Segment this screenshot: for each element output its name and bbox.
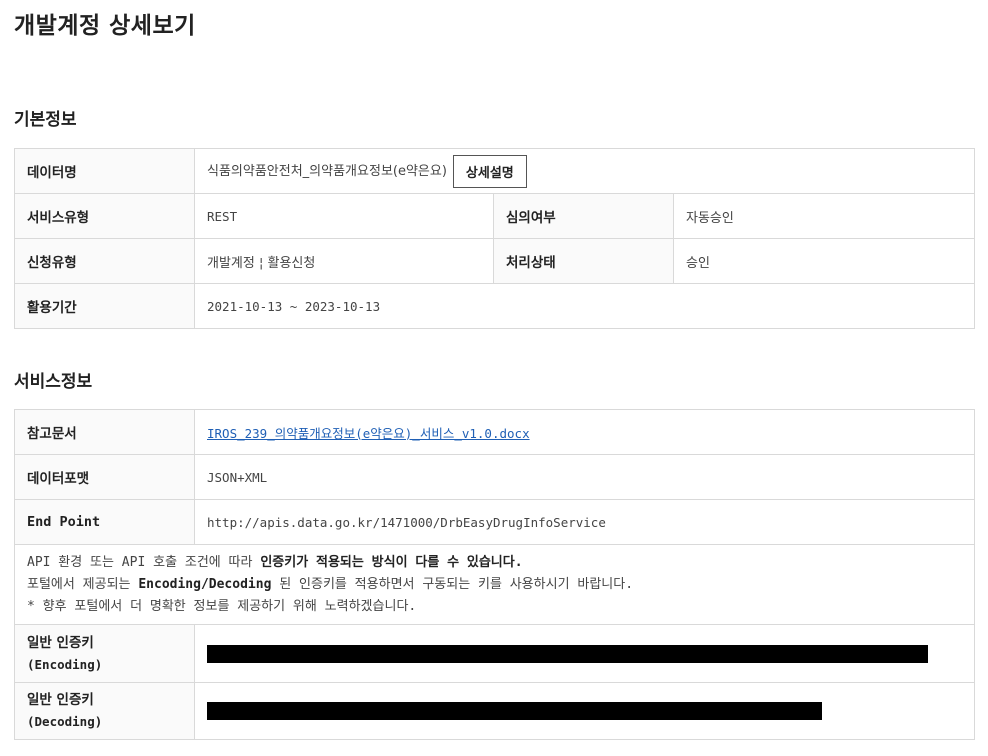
data-format-value: JSON+XML [194,454,975,500]
key-decoding-value-cell [194,682,975,740]
request-type-label: 신청유형 [14,238,195,284]
key-decoding-label: 일반 인증키 [27,692,94,708]
endpoint-label: End Point [14,499,195,545]
review-label: 심의여부 [493,193,674,239]
endpoint-value: http://apis.data.go.kr/1471000/DrbEasyDr… [194,499,975,545]
detail-description-button[interactable]: 상세설명 [452,154,527,188]
reference-doc-label: 참고문서 [14,409,195,455]
notice-line-1-text: API 환경 또는 API 호출 조건에 따라 [27,554,261,570]
service-info-table: 참고문서 IROS_239_의약품개요정보(e약은요)_서비스_v1.0.doc… [14,409,975,740]
basic-info-title: 기본정보 [14,110,77,130]
notice-line-3: * 향후 포털에서 더 명확한 정보를 제공하기 위해 노력하겠습니다. [27,598,417,614]
period-value: 2021-10-13 ~ 2023-10-13 [194,283,975,329]
review-value: 자동승인 [673,193,975,239]
notice-line-2-text-b: 된 인증키를 적용하면서 구동되는 키를 사용하시기 바랍니다. [271,576,634,592]
row-period: 활용기간 2021-10-13 ~ 2023-10-13 [14,283,975,329]
key-encoding-redacted[interactable] [207,644,928,663]
notice-line-1-emphasis: 인증키가 적용되는 방식이 다를 수 있습니다. [260,554,523,570]
service-type-value: REST [194,193,494,239]
row-data-name: 데이터명 식품의약품안전처_의약품개요정보(e약은요) 상세설명 [14,148,975,194]
process-status-value: 승인 [673,238,975,284]
key-decoding-redacted[interactable] [207,702,822,720]
key-encoding-label-cell: 일반 인증키 (Encoding) [14,624,195,683]
notice-line-2: 포털에서 제공되는 Encoding/Decoding 된 인증키를 적용하면서… [27,574,962,596]
key-encoding-label: 일반 인증키 [27,634,94,651]
row-service-type: 서비스유형 REST 심의여부 자동승인 [14,193,975,239]
row-request-type: 신청유형 개발계정 ¦ 활용신청 처리상태 승인 [14,238,975,284]
service-info-title: 서비스정보 [14,372,93,392]
data-name-label: 데이터명 [14,148,195,194]
page-title: 개발계정 상세보기 [14,13,196,39]
service-type-label: 서비스유형 [14,193,195,239]
row-endpoint: End Point http://apis.data.go.kr/1471000… [14,499,975,545]
key-encoding-value-cell [194,624,975,683]
data-name-value: 식품의약품안전처_의약품개요정보(e약은요) [207,163,447,179]
row-key-decoding: 일반 인증키 (Decoding) [14,682,975,740]
data-name-cell: 식품의약품안전처_의약품개요정보(e약은요) 상세설명 [194,148,975,194]
row-data-format: 데이터포맷 JSON+XML [14,454,975,500]
row-notice: API 환경 또는 API 호출 조건에 따라 인증키가 적용되는 방식이 다를… [14,544,975,625]
reference-doc-cell: IROS_239_의약품개요정보(e약은요)_서비스_v1.0.docx [194,409,975,455]
reference-doc-link[interactable]: IROS_239_의약품개요정보(e약은요)_서비스_v1.0.docx [207,426,530,441]
auth-key-notice: API 환경 또는 API 호출 조건에 따라 인증키가 적용되는 방식이 다를… [14,544,975,625]
notice-line-1: API 환경 또는 API 호출 조건에 따라 인증키가 적용되는 방식이 다를… [27,552,962,574]
basic-info-table: 데이터명 식품의약품안전처_의약품개요정보(e약은요) 상세설명 서비스유형 RE… [14,148,975,329]
row-key-encoding: 일반 인증키 (Encoding) [14,624,975,683]
row-reference-doc: 참고문서 IROS_239_의약품개요정보(e약은요)_서비스_v1.0.doc… [14,409,975,455]
notice-line-2-text-a: 포털에서 제공되는 [27,576,139,592]
key-decoding-label-cell: 일반 인증키 (Decoding) [14,682,195,740]
data-format-label: 데이터포맷 [14,454,195,500]
period-label: 활용기간 [14,283,195,329]
request-type-value: 개발계정 ¦ 활용신청 [194,238,494,284]
notice-line-2-emphasis: Encoding/Decoding [138,576,272,592]
key-encoding-sub: (Encoding) [27,656,103,672]
key-decoding-sub: (Decoding) [27,714,103,729]
process-status-label: 처리상태 [493,238,674,284]
